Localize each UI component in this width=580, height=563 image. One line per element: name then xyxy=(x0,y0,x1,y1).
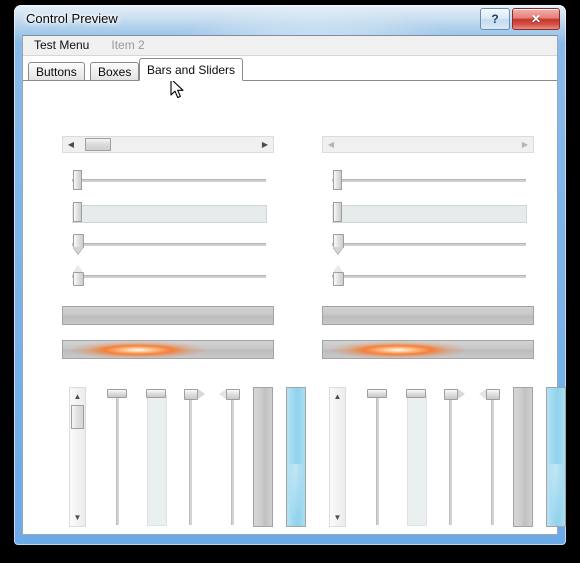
slider-thumb[interactable] xyxy=(333,170,342,190)
application-window: Control Preview ? ✕ Test Menu Item 2 But… xyxy=(14,5,566,545)
slider-track xyxy=(72,275,266,278)
slider-thumb-pointer-down[interactable] xyxy=(73,234,84,248)
slider-track-filled xyxy=(407,395,427,526)
slider-thumb-pointer-up[interactable] xyxy=(333,265,344,286)
menu-item-item-2: Item 2 xyxy=(111,38,145,52)
vertical-slider-filled[interactable] xyxy=(143,387,169,527)
slider-track xyxy=(449,395,452,525)
progress-bar-empty xyxy=(322,306,534,325)
horizontal-slider-pointer-down[interactable] xyxy=(62,233,274,255)
slider-thumb[interactable] xyxy=(107,389,127,398)
progress-bar-marquee xyxy=(322,340,534,359)
scroll-left-arrow-icon: ◀ xyxy=(327,140,335,149)
slider-thumb-pointer-up[interactable] xyxy=(73,265,84,286)
screen: Control Preview ? ✕ Test Menu Item 2 But… xyxy=(0,0,580,563)
tab-strip: Buttons Boxes Bars and Sliders xyxy=(23,56,557,81)
progress-bar-marquee xyxy=(62,340,274,359)
vertical-progress-bar-full xyxy=(286,387,306,527)
horizontal-slider-filled[interactable] xyxy=(322,201,534,223)
slider-track-filled xyxy=(72,205,267,223)
help-button[interactable]: ? xyxy=(480,8,510,30)
close-button[interactable]: ✕ xyxy=(512,8,560,30)
scroll-left-arrow-icon[interactable]: ◀ xyxy=(64,137,78,152)
slider-track-filled xyxy=(147,395,167,526)
slider-track xyxy=(189,395,192,525)
horizontal-slider-plain[interactable] xyxy=(62,169,274,191)
vertical-scrollbar[interactable]: ▲ ▼ xyxy=(69,387,86,527)
caption-button-group: ? ✕ xyxy=(480,8,560,30)
slider-thumb[interactable] xyxy=(73,202,82,222)
vertical-slider-plain[interactable] xyxy=(104,387,130,527)
slider-track xyxy=(332,179,526,182)
slider-track xyxy=(491,395,494,525)
window-title: Control Preview xyxy=(26,11,118,26)
menu-bar: Test Menu Item 2 xyxy=(23,36,557,56)
menu-item-test-menu[interactable]: Test Menu xyxy=(23,36,100,55)
vertical-progress-bar-empty xyxy=(513,387,533,527)
scroll-up-arrow-icon[interactable]: ▲ xyxy=(70,389,85,404)
scroll-down-arrow-icon[interactable]: ▼ xyxy=(70,510,85,525)
vertical-slider-pointer-left[interactable] xyxy=(217,387,243,527)
slider-thumb-pointer-right[interactable] xyxy=(444,389,465,400)
slider-track xyxy=(231,395,234,525)
title-bar[interactable]: Control Preview ? ✕ xyxy=(14,5,566,35)
slider-track xyxy=(72,179,266,182)
slider-track xyxy=(116,395,119,525)
slider-track xyxy=(376,395,379,525)
scroll-down-arrow-icon[interactable]: ▼ xyxy=(330,510,345,525)
progress-marquee-indicator xyxy=(323,341,533,358)
horizontal-slider-filled[interactable] xyxy=(62,201,274,223)
scroll-right-arrow-icon: ▶ xyxy=(521,140,529,149)
scroll-right-arrow-icon[interactable]: ▶ xyxy=(258,137,272,152)
tab-buttons[interactable]: Buttons xyxy=(28,62,85,80)
vertical-slider-pointer-right[interactable] xyxy=(182,387,208,527)
slider-thumb[interactable] xyxy=(406,389,426,398)
tab-bars-and-sliders[interactable]: Bars and Sliders xyxy=(139,58,244,81)
tab-boxes[interactable]: Boxes xyxy=(90,62,140,80)
progress-bar-empty xyxy=(62,306,274,325)
vertical-slider-plain[interactable] xyxy=(364,387,390,527)
vertical-slider-pointer-left[interactable] xyxy=(477,387,503,527)
horizontal-scrollbar-disabled[interactable]: ◀ ▶ xyxy=(322,136,534,153)
slider-thumb-pointer-left[interactable] xyxy=(219,389,240,400)
client-area: Test Menu Item 2 Buttons Boxes Bars and … xyxy=(22,35,566,535)
vertical-slider-filled[interactable] xyxy=(403,387,429,527)
vertical-scrollbar-disabled[interactable]: ▲ ▼ xyxy=(329,387,346,527)
horizontal-scrollbar-thumb[interactable] xyxy=(85,138,111,151)
slider-thumb[interactable] xyxy=(73,170,82,190)
progress-marquee-indicator xyxy=(63,341,273,358)
vertical-progress-bar-full xyxy=(546,387,566,527)
horizontal-slider-pointer-up[interactable] xyxy=(322,265,534,287)
slider-thumb[interactable] xyxy=(333,202,342,222)
horizontal-slider-pointer-up[interactable] xyxy=(62,265,274,287)
slider-thumb-pointer-left[interactable] xyxy=(479,389,500,400)
vertical-slider-pointer-right[interactable] xyxy=(442,387,468,527)
slider-track xyxy=(332,243,526,246)
slider-thumb[interactable] xyxy=(367,389,387,398)
slider-thumb[interactable] xyxy=(146,389,166,398)
slider-track xyxy=(332,275,526,278)
horizontal-scrollbar[interactable]: ◀ ▶ xyxy=(62,136,274,153)
slider-track-filled xyxy=(332,205,527,223)
slider-thumb-pointer-down[interactable] xyxy=(333,234,344,248)
tab-page-bars-and-sliders: ◀ ▶ ▲ ▼ ◀ ▶ ▲ ▼ xyxy=(23,81,566,534)
scroll-up-arrow-icon[interactable]: ▲ xyxy=(330,389,345,404)
slider-thumb-pointer-right[interactable] xyxy=(184,389,205,400)
vertical-scrollbar-thumb[interactable] xyxy=(71,405,84,429)
vertical-progress-bar-empty xyxy=(253,387,273,527)
horizontal-slider-pointer-down[interactable] xyxy=(322,233,534,255)
slider-track xyxy=(72,243,266,246)
horizontal-slider-plain[interactable] xyxy=(322,169,534,191)
